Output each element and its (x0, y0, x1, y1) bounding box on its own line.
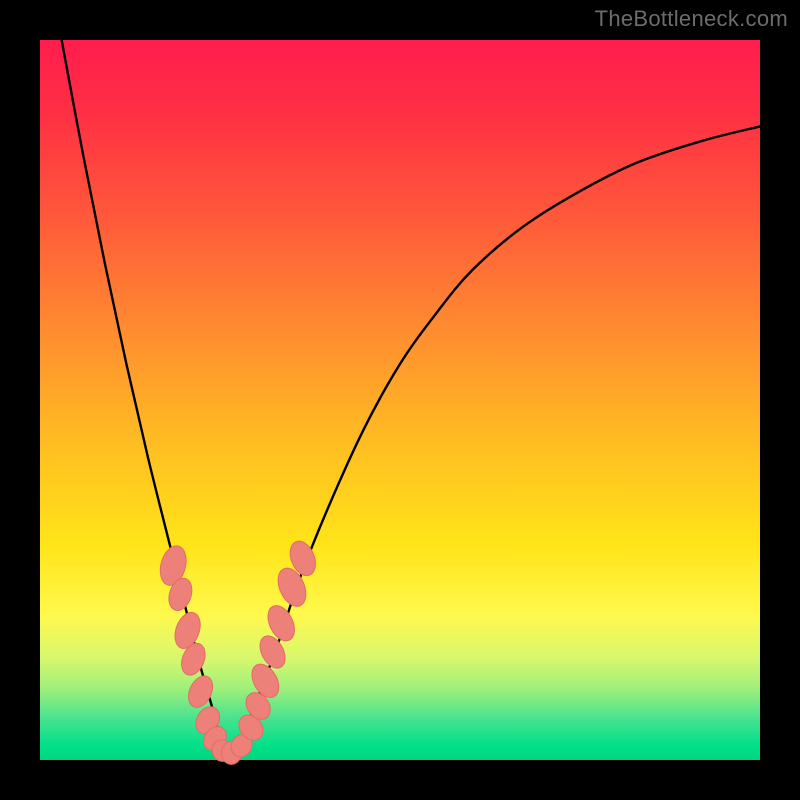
marker-layer (156, 537, 320, 765)
watermark-text: TheBottleneck.com (595, 6, 788, 32)
curve-layer (40, 40, 760, 760)
chart-frame: TheBottleneck.com (0, 0, 800, 800)
plot-area (40, 40, 760, 760)
bottleneck-curve (62, 40, 760, 753)
